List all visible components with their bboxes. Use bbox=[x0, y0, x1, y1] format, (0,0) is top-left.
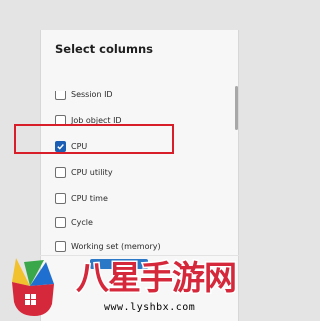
column-item-cpu-time[interactable]: CPU time bbox=[55, 191, 108, 205]
watermark-logo-icon bbox=[12, 258, 54, 316]
scrollbar-thumb[interactable] bbox=[235, 86, 238, 130]
column-item-cycle[interactable]: Cycle bbox=[55, 215, 93, 229]
footer-divider bbox=[40, 255, 239, 256]
column-label: Working set (memory) bbox=[71, 241, 161, 251]
column-item-session-id[interactable]: Session ID bbox=[55, 91, 113, 101]
column-label: CPU utility bbox=[71, 167, 113, 177]
column-item-working-set[interactable]: Working set (memory) bbox=[55, 239, 161, 253]
column-label: CPU time bbox=[71, 193, 108, 203]
watermark-url: www.lyshbx.com bbox=[104, 302, 196, 313]
column-label: Session ID bbox=[71, 91, 113, 99]
watermark-brand: 八星手游网 bbox=[75, 257, 239, 299]
checkbox[interactable] bbox=[55, 192, 66, 204]
checkbox[interactable] bbox=[55, 216, 66, 228]
screenshot: Select columns Session ID Job object ID bbox=[0, 0, 279, 321]
column-label: Cycle bbox=[71, 217, 93, 227]
checkbox[interactable] bbox=[55, 166, 66, 178]
checkbox[interactable] bbox=[55, 91, 66, 100]
column-item-cpu-utility[interactable]: CPU utility bbox=[55, 165, 113, 179]
checkbox[interactable] bbox=[55, 240, 66, 252]
highlight-box bbox=[14, 124, 174, 154]
